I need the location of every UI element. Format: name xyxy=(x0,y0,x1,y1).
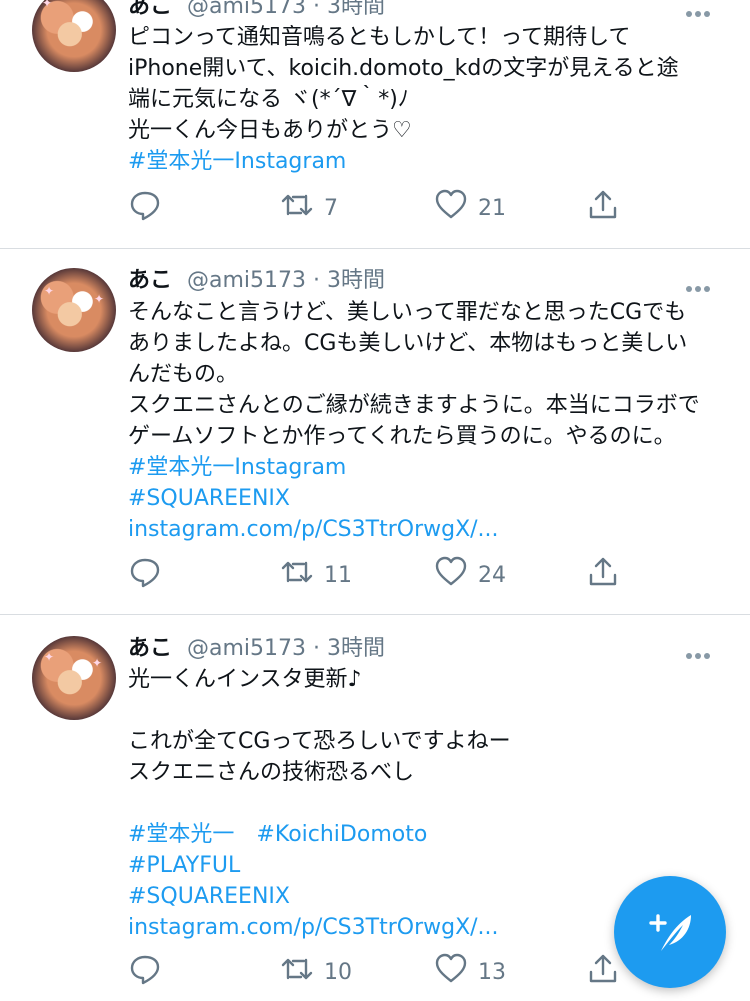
tweet-line xyxy=(128,788,718,819)
tweet-text: そんなこと言うけど、美しいって罪だなと思ったCGでも ありましたよね。CGも美しい… xyxy=(128,297,718,545)
reply-icon xyxy=(128,952,162,992)
handle-and-time: @ami5173 · 3時間 xyxy=(187,268,386,293)
divider xyxy=(0,614,750,615)
tweet-line: んだもの。 xyxy=(128,362,239,387)
like-count: 21 xyxy=(478,195,506,221)
like-icon xyxy=(434,188,468,228)
hashtag-link[interactable]: #堂本光一Instagram xyxy=(128,146,718,177)
retweet-icon xyxy=(280,555,314,595)
retweet-icon xyxy=(280,188,314,228)
tweet-line: 光一くん今日もありがとう♡ xyxy=(128,118,412,143)
more-icon[interactable] xyxy=(686,277,716,292)
share-button[interactable] xyxy=(586,952,620,992)
tweet-actions: 7 21 xyxy=(128,188,628,228)
tweet-header: あこ @ami5173 · 3時間 xyxy=(128,266,385,296)
tweet-actions: 11 24 xyxy=(128,555,628,595)
retweet-count: 10 xyxy=(324,959,352,985)
more-icon[interactable] xyxy=(686,2,716,17)
reply-button[interactable] xyxy=(128,191,172,225)
hashtag-link[interactable]: instagram.com/p/CS3TtrOrwgX/... xyxy=(128,514,718,545)
retweet-count: 11 xyxy=(324,562,352,588)
tweet-line: 光一くんインスタ更新♪ xyxy=(128,667,362,692)
tweet-line: ゲームソフトとか作ってくれたら買うのに。やるのに。 xyxy=(128,424,676,449)
like-button[interactable]: 21 xyxy=(434,188,506,228)
tweet-line: 端に元気になる ヾ(*´∇｀*)ﾉ xyxy=(128,87,409,112)
retweet-button[interactable]: 7 xyxy=(280,191,338,225)
tweet-header: あこ @ami5173 · 3時間 xyxy=(128,634,385,664)
hashtag-link[interactable]: #PLAYFUL xyxy=(128,850,718,881)
tweet-text: ピコンって通知音鳴るともしかして！って期待して iPhone開いて、koicih.… xyxy=(128,22,718,177)
like-count: 13 xyxy=(478,959,506,985)
retweet-button[interactable]: 11 xyxy=(280,558,352,592)
compose-tweet-button[interactable] xyxy=(614,876,726,988)
compose-tweet-icon xyxy=(649,914,691,951)
retweet-icon xyxy=(280,952,314,992)
display-name[interactable]: あこ xyxy=(128,0,172,19)
display-name[interactable]: あこ xyxy=(128,636,172,661)
tweet-header: あこ @ami5173 · 3時間 xyxy=(128,0,385,22)
like-icon xyxy=(434,952,468,992)
handle-and-time: @ami5173 · 3時間 xyxy=(187,636,386,661)
like-button[interactable]: 13 xyxy=(434,952,506,992)
divider xyxy=(0,248,750,249)
tweet-actions: 10 13 xyxy=(128,952,628,992)
tweet-line: スクエニさんの技術恐るべし xyxy=(128,760,415,785)
handle-and-time: @ami5173 · 3時間 xyxy=(187,0,386,19)
tweet-line: スクエニさんとのご縁が続きますように。本当にコラボで xyxy=(128,393,700,418)
tweet-line: そんなこと言うけど、美しいって罪だなと思ったCGでも xyxy=(128,300,687,325)
retweet-count: 7 xyxy=(324,195,338,221)
tweet-line: これが全てCGって恐ろしいですよねー xyxy=(128,729,511,754)
more-icon[interactable] xyxy=(686,644,716,659)
avatar[interactable]: ✦ xyxy=(32,0,116,72)
tweet-line: ありましたよね。CGも美しいけど、本物はもっと美しい xyxy=(128,331,688,356)
reply-icon xyxy=(128,188,162,228)
hashtag-link[interactable]: #SQUAREENIX xyxy=(128,483,718,514)
like-count: 24 xyxy=(478,562,506,588)
share-button[interactable] xyxy=(586,188,620,228)
avatar[interactable]: ✦ ✦ xyxy=(32,636,116,720)
tweet-line: iPhone開いて、koicih.domoto_kdの文字が見えると途 xyxy=(128,56,679,81)
hashtag-link[interactable]: #堂本光一Instagram xyxy=(128,452,718,483)
like-button[interactable]: 24 xyxy=(434,555,506,595)
hashtag-link[interactable]: #堂本光一 #KoichiDomoto xyxy=(128,819,718,850)
share-icon xyxy=(586,188,620,228)
reply-button[interactable] xyxy=(128,955,172,989)
avatar[interactable]: ✦ ✦ xyxy=(32,268,116,352)
tweet-line: ピコンって通知音鳴るともしかして！って期待して xyxy=(128,25,631,50)
share-icon xyxy=(586,952,620,992)
retweet-button[interactable]: 10 xyxy=(280,955,352,989)
share-button[interactable] xyxy=(586,555,620,595)
reply-button[interactable] xyxy=(128,558,172,592)
display-name[interactable]: あこ xyxy=(128,268,172,293)
like-icon xyxy=(434,555,468,595)
reply-icon xyxy=(128,555,162,595)
share-icon xyxy=(586,555,620,595)
tweet-line xyxy=(128,695,718,726)
